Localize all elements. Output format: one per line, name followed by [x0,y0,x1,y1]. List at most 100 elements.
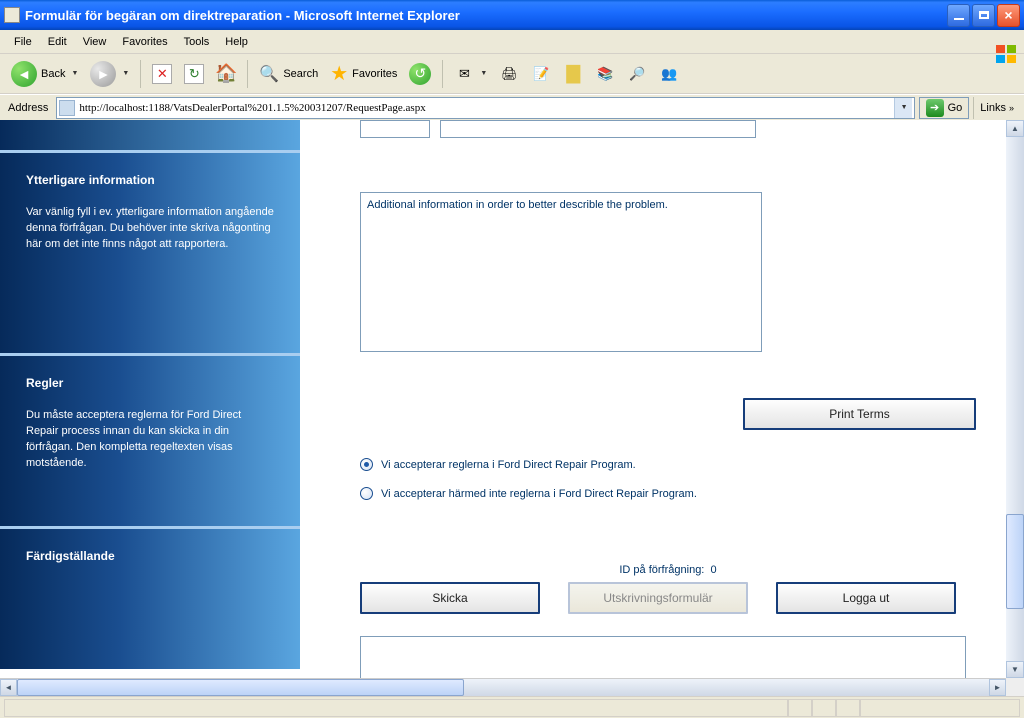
home-button[interactable]: 🏠 [211,61,241,87]
search-button[interactable]: 🔍 Search [254,61,323,87]
scroll-up-arrow[interactable]: ▲ [1006,120,1024,137]
status-bar [0,696,1024,718]
browser-viewport: Ytterligare information Var vänlig fyll … [0,120,1024,696]
edit-icon: 📝 [531,64,551,84]
note-icon: ▇ [563,64,583,84]
vscroll-thumb[interactable] [1006,514,1024,608]
refresh-button[interactable]: ↻ [179,61,209,87]
radio-accept[interactable] [360,458,373,471]
address-input[interactable] [79,102,893,114]
small-input-left[interactable] [360,120,430,138]
small-input-right[interactable] [440,120,756,138]
address-bar: Address ▼ ➔ Go Links » [0,94,1024,120]
radio-accept-row[interactable]: Vi accepterar reglerna i Ford Direct Rep… [360,458,976,471]
window-titlebar: Formulär för begäran om direktreparation… [0,0,1024,30]
additional-info-textarea[interactable]: Additional information in order to bette… [360,192,762,352]
page-icon [4,7,20,23]
window-title: Formulär för begäran om direktreparation… [25,8,947,23]
links-toolbar[interactable]: Links » [973,97,1020,119]
star-icon: ★ [330,61,348,86]
menu-view[interactable]: View [75,34,115,50]
mail-icon: ✉ [454,64,474,84]
menu-favorites[interactable]: Favorites [114,34,175,50]
status-icon-3 [836,699,860,717]
home-icon: 🏠 [216,64,236,84]
status-zone [860,699,1020,717]
menu-bar: File Edit View Favorites Tools Help [0,30,1024,54]
favorites-button[interactable]: ★ Favorites [325,58,402,89]
menu-edit[interactable]: Edit [40,34,75,50]
hscroll-thumb[interactable] [17,679,464,696]
address-input-container: ▼ [56,97,914,119]
address-label: Address [4,102,52,114]
output-textarea[interactable] [360,636,966,678]
skicka-button[interactable]: Skicka [360,582,540,614]
forward-icon: ► [90,61,116,87]
discuss-button[interactable]: ▇ [558,61,588,87]
address-dropdown[interactable]: ▼ [894,98,912,118]
horizontal-scrollbar[interactable]: ◄ ► [0,678,1006,696]
stop-icon: ✕ [152,64,172,84]
separator [442,60,443,88]
print-icon: 🖨 [499,64,519,84]
request-id-row: ID på förfrågning: 0 [360,564,976,576]
research-icon: 📚 [595,64,615,84]
mail-button[interactable]: ✉▼ [449,61,492,87]
page-content: Ytterligare information Var vänlig fyll … [0,120,1006,678]
menu-help[interactable]: Help [217,34,256,50]
vertical-scrollbar[interactable]: ▲ ▼ [1006,120,1024,678]
favicon-icon [59,100,75,116]
sidebar-section-additional: Ytterligare information Var vänlig fyll … [0,153,300,353]
status-icon-2 [812,699,836,717]
radio-reject-label: Vi accepterar härmed inte reglerna i For… [381,488,697,500]
radio-accept-label: Vi accepterar reglerna i Ford Direct Rep… [381,459,636,471]
logga-ut-button[interactable]: Logga ut [776,582,956,614]
request-id-value: 0 [711,564,717,576]
sidebar-section-complete: Färdigställande [0,529,300,669]
menu-file[interactable]: File [6,34,40,50]
status-text [4,699,788,717]
print-button[interactable]: 🖨 [494,61,524,87]
minimize-button[interactable] [947,4,970,27]
chevron-down-icon: ▼ [122,70,129,77]
sidebar-heading-complete: Färdigställande [26,549,274,563]
separator [140,60,141,88]
windows-flag-icon [988,30,1024,78]
radio-reject[interactable] [360,487,373,500]
stop-button[interactable]: ✕ [147,61,177,87]
scroll-left-arrow[interactable]: ◄ [0,679,17,696]
scroll-right-arrow[interactable]: ► [989,679,1006,696]
go-button[interactable]: ➔ Go [919,97,970,119]
scroll-down-arrow[interactable]: ▼ [1006,661,1024,678]
main-area: Additional information in order to bette… [300,120,1006,678]
forward-button[interactable]: ► ▼ [85,58,134,90]
tool-button[interactable]: 🔎 [622,61,652,87]
radio-reject-row[interactable]: Vi accepterar härmed inte reglerna i For… [360,487,976,500]
history-button[interactable]: ↺ [404,60,436,88]
search-icon: 🔍 [259,64,279,84]
scroll-corner [1006,678,1024,696]
research-button[interactable]: 📚 [590,61,620,87]
sidebar: Ytterligare information Var vänlig fyll … [0,120,300,678]
utskrivningsformular-button: Utskrivningsformulär [568,582,748,614]
sidebar-heading-rules: Regler [26,376,274,390]
refresh-icon: ↻ [184,64,204,84]
print-terms-button[interactable]: Print Terms [743,398,976,430]
toolbar: ◄ Back ▼ ► ▼ ✕ ↻ 🏠 🔍 Search ★ Favorites … [0,54,1024,94]
back-button[interactable]: ◄ Back ▼ [6,58,83,90]
sidebar-text-rules: Du måste acceptera reglerna för Ford Dir… [26,408,274,472]
messenger-icon: 👥 [659,64,679,84]
edit-button[interactable]: 📝 [526,61,556,87]
maximize-button[interactable] [972,4,995,27]
tool-icon: 🔎 [627,64,647,84]
chevron-down-icon: ▼ [71,70,78,77]
menu-tools[interactable]: Tools [176,34,218,50]
messenger-button[interactable]: 👥 [654,61,684,87]
sidebar-section-rules: Regler Du måste acceptera reglerna för F… [0,356,300,526]
go-icon: ➔ [926,99,944,117]
history-icon: ↺ [409,63,431,85]
status-icon-1 [788,699,812,717]
back-icon: ◄ [11,61,37,87]
close-button[interactable]: × [997,4,1020,27]
sidebar-heading-additional: Ytterligare information [26,173,274,187]
